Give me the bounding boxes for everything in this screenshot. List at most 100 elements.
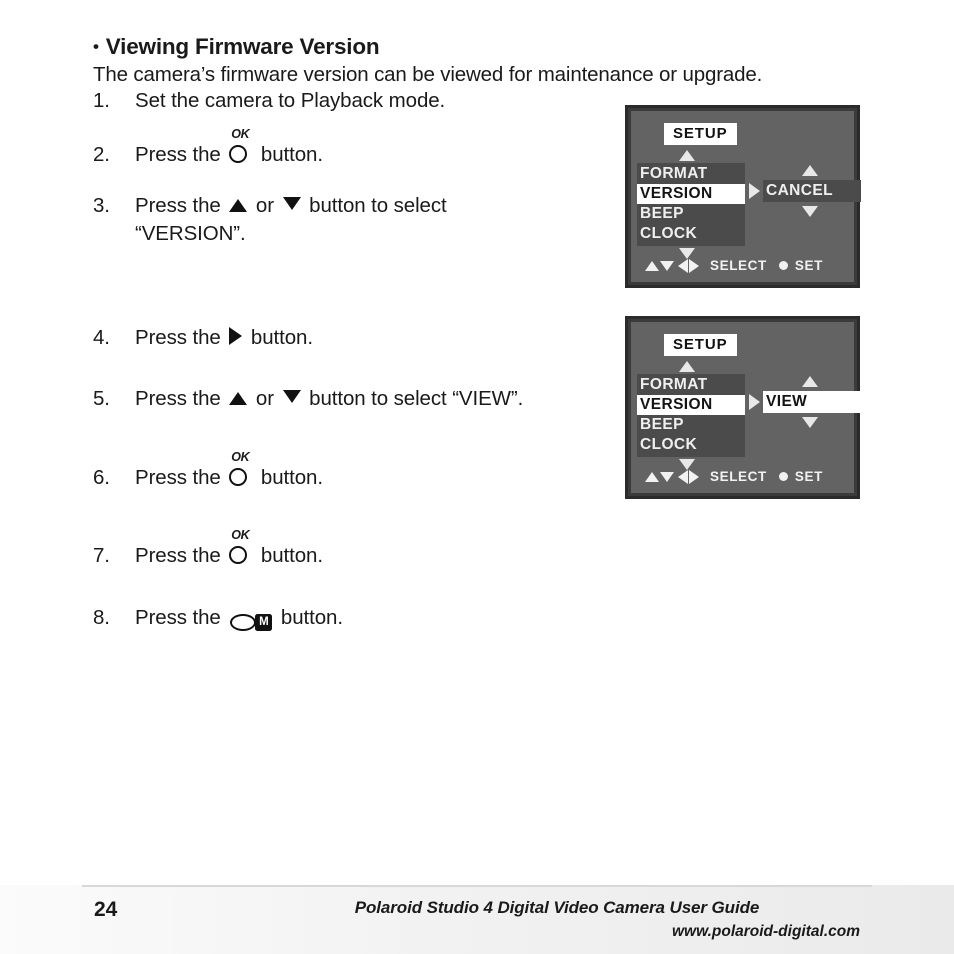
menu-scroll-up-icon bbox=[679, 361, 695, 372]
step-3-text-after: button to select bbox=[309, 194, 447, 217]
submenu-row: CANCEL bbox=[749, 180, 861, 202]
step-1: 1. Set the camera to Playback mode. bbox=[93, 89, 445, 113]
menu-item-version[interactable]: VERSION bbox=[637, 395, 745, 415]
step-5-text: Press the or button to select “VIEW”. bbox=[135, 387, 523, 411]
step-5-text-before: Press the bbox=[135, 387, 221, 410]
ok-button-icon: OK bbox=[229, 529, 251, 566]
mode-button-icon: M bbox=[230, 610, 273, 634]
hint-arrow-down-icon bbox=[660, 471, 674, 482]
hint-arrow-up-icon bbox=[645, 471, 659, 482]
submenu-scroll-down-icon bbox=[802, 206, 818, 217]
submenu-scroll-up-icon bbox=[802, 376, 818, 387]
step-8-number: 8. bbox=[93, 606, 110, 629]
step-5: 5. Press the or button to select “VIEW”. bbox=[93, 387, 523, 411]
arrow-right-icon bbox=[229, 327, 243, 345]
arrow-down-icon bbox=[282, 390, 301, 403]
arrow-down-icon bbox=[282, 197, 301, 210]
hint-arrow-left-icon bbox=[678, 258, 688, 273]
footer-title: Polaroid Studio 4 Digital Video Camera U… bbox=[354, 898, 760, 917]
page-title: • Viewing Firmware Version bbox=[93, 34, 380, 60]
ellipse-icon bbox=[230, 614, 257, 632]
lcd-screen-2-title: SETUP bbox=[664, 334, 737, 356]
hint-select-label: SELECT bbox=[710, 469, 767, 484]
ok-button-icon: OK bbox=[229, 451, 251, 488]
page-title-text: Viewing Firmware Version bbox=[105, 34, 380, 59]
menu-item-clock[interactable]: CLOCK bbox=[637, 224, 745, 244]
submenu-value-view[interactable]: VIEW bbox=[763, 391, 861, 413]
submenu-row: VIEW bbox=[749, 391, 861, 413]
lcd-screen-1-inner: SETUP FORMAT VERSION BEEP CLOCK CANCEL S… bbox=[631, 111, 861, 282]
hint-arrow-right-icon bbox=[689, 258, 699, 273]
mode-m-icon: M bbox=[255, 614, 273, 632]
hint-arrow-up-icon bbox=[645, 260, 659, 271]
footer-url: www.polaroid-digital.com bbox=[671, 923, 860, 940]
step-5-text-after: button to select “VIEW”. bbox=[309, 387, 524, 410]
menu-item-format[interactable]: FORMAT bbox=[637, 164, 745, 184]
step-3-number: 3. bbox=[93, 194, 110, 217]
step-1-text: Set the camera to Playback mode. bbox=[135, 89, 445, 113]
ok-button-icon-label: OK bbox=[231, 450, 250, 464]
step-4: 4. Press the button. bbox=[93, 326, 313, 350]
menu-item-clock[interactable]: CLOCK bbox=[637, 435, 745, 455]
lcd-screen-2-inner: SETUP FORMAT VERSION BEEP CLOCK VIEW SEL… bbox=[631, 322, 861, 493]
lcd-screen-2: SETUP FORMAT VERSION BEEP CLOCK VIEW SEL… bbox=[625, 316, 861, 499]
step-5-middle-text: or bbox=[255, 387, 274, 410]
submenu-value-cancel[interactable]: CANCEL bbox=[763, 180, 861, 202]
step-8-text-after: button. bbox=[280, 606, 343, 629]
ok-button-icon-label: OK bbox=[231, 127, 250, 141]
ok-button-icon-label: OK bbox=[231, 528, 250, 542]
step-1-number: 1. bbox=[93, 89, 110, 112]
step-7-text-before: Press the bbox=[135, 544, 221, 567]
step-6-text-before: Press the bbox=[135, 466, 221, 489]
step-7-number: 7. bbox=[93, 544, 110, 567]
step-7-text: Press the OK button. bbox=[135, 529, 323, 568]
step-6-text-after: button. bbox=[260, 466, 323, 489]
arrow-up-icon bbox=[229, 199, 248, 212]
step-4-number: 4. bbox=[93, 326, 110, 349]
step-6-number: 6. bbox=[93, 466, 110, 489]
bullet-icon: • bbox=[93, 37, 99, 56]
lcd-screen-1-hint: SELECT SET bbox=[645, 258, 823, 273]
submenu-caret-icon bbox=[749, 394, 760, 410]
intro-paragraph: The camera’s firmware version can be vie… bbox=[93, 63, 763, 86]
lcd-screen-1-menu: FORMAT VERSION BEEP CLOCK bbox=[637, 163, 745, 246]
circle-icon bbox=[229, 546, 248, 564]
step-6: 6. Press the OK button. bbox=[93, 451, 323, 490]
step-4-text-after: button. bbox=[250, 326, 313, 349]
step-2-text-before: Press the bbox=[135, 143, 221, 166]
circle-icon bbox=[229, 145, 248, 163]
menu-item-beep[interactable]: BEEP bbox=[637, 415, 745, 435]
step-3: 3. Press the or button to select “VERSIO… bbox=[93, 194, 447, 246]
hint-arrow-right-icon bbox=[689, 469, 699, 484]
step-7-text-after: button. bbox=[260, 544, 323, 567]
lcd-screen-2-hint: SELECT SET bbox=[645, 469, 823, 484]
hint-set-label: SET bbox=[794, 469, 823, 484]
step-2-text: Press the OK button. bbox=[135, 128, 323, 167]
footer-divider bbox=[82, 885, 872, 887]
step-7: 7. Press the OK button. bbox=[93, 529, 323, 568]
menu-item-beep[interactable]: BEEP bbox=[637, 204, 745, 224]
step-4-text-before: Press the bbox=[135, 326, 221, 349]
step-6-text: Press the OK button. bbox=[135, 451, 323, 490]
page-root: • Viewing Firmware Version The camera’s f… bbox=[0, 0, 954, 954]
menu-item-version[interactable]: VERSION bbox=[637, 184, 745, 204]
arrow-up-icon bbox=[229, 392, 248, 405]
step-2-number: 2. bbox=[93, 143, 110, 166]
submenu-scroll-up-icon bbox=[802, 165, 818, 176]
menu-item-format[interactable]: FORMAT bbox=[637, 375, 745, 395]
lcd-screen-2-menu: FORMAT VERSION BEEP CLOCK bbox=[637, 374, 745, 457]
lcd-screen-1-title: SETUP bbox=[664, 123, 737, 145]
hint-dot-icon bbox=[778, 261, 788, 270]
circle-icon bbox=[229, 468, 248, 486]
step-3-line2: “VERSION”. bbox=[135, 222, 246, 245]
step-1-text-before: Set the camera to Playback mode. bbox=[135, 89, 446, 112]
step-8-text-before: Press the bbox=[135, 606, 221, 629]
step-4-text: Press the button. bbox=[135, 326, 313, 350]
lcd-screen-1: SETUP FORMAT VERSION BEEP CLOCK CANCEL S… bbox=[625, 105, 861, 288]
menu-scroll-up-icon bbox=[679, 150, 695, 161]
step-3-text-before: Press the bbox=[135, 194, 221, 217]
page-footer: 24 Polaroid Studio 4 Digital Video Camer… bbox=[0, 885, 954, 954]
step-8-text: Press the M button. bbox=[135, 606, 343, 634]
step-8: 8. Press the M button. bbox=[93, 606, 343, 634]
step-5-number: 5. bbox=[93, 387, 110, 410]
